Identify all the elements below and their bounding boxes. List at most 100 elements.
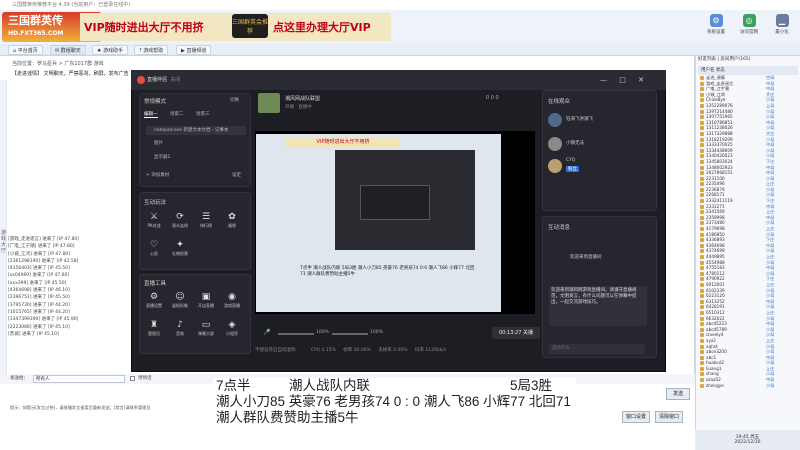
tool-label: 管理员	[148, 331, 160, 336]
add-source-button[interactable]: + 添加素材	[146, 172, 169, 178]
status-cpu: CPU 4.15%	[310, 348, 336, 353]
tool-mini-app[interactable]: ◈ 小程序	[222, 320, 242, 340]
tab-group-chat[interactable]: ✉ 群组聊天	[50, 45, 86, 55]
live-companion-tab[interactable]: 关闭	[170, 77, 180, 83]
user-badge-icon	[700, 243, 704, 248]
scene-mode-switch[interactable]: 切换	[230, 97, 239, 103]
source-settings-button[interactable]: 设定	[232, 172, 241, 178]
user-badge-icon	[700, 277, 704, 282]
user-badge-icon	[700, 221, 704, 226]
live-status-bar: 不建议开启自动混响 CPU 4.15% 帧率 30.00% 丢帧率 0.00% …	[255, 345, 535, 357]
source-item[interactable]: notepad.exe 新建文本文档 - 记事本	[146, 126, 246, 135]
window-controls[interactable]: — □ ✕	[600, 76, 649, 84]
user-badge-icon	[700, 310, 704, 315]
tool-sound[interactable]: ♪ 音效	[170, 320, 190, 340]
tab-home[interactable]: ⌂ 平台首页	[8, 45, 43, 55]
vip-slogan[interactable]: VIP随时进出大厅不用挤	[84, 19, 204, 35]
user-badge-icon	[700, 338, 704, 343]
scene-tab-2[interactable]: 场景二	[170, 111, 184, 117]
scene-mode-title: 常规模式	[144, 99, 167, 105]
mic-volume-slider[interactable]	[278, 333, 314, 335]
visit-site-label: 访问官网	[740, 30, 758, 35]
user-badge-icon	[700, 238, 704, 243]
visit-site-button[interactable]: ◎ 访问官网	[736, 14, 762, 35]
interact-item-wish[interactable]: ♡ 心愿	[144, 240, 164, 260]
globe-icon: ◎	[742, 14, 756, 27]
scoreboard-format: 5局3胜	[510, 378, 553, 393]
tool-game-live[interactable]: ◉ 游戏直播	[222, 292, 242, 312]
source-item[interactable]: 图片	[146, 140, 163, 146]
tab-live-channel[interactable]: ▶ 直播频道	[176, 45, 212, 55]
user-panel-tabs[interactable]: 好友列表 | 房间用户(165)	[698, 56, 750, 62]
window-settings-button[interactable]: 窗口设置	[622, 411, 650, 423]
audience-avatar[interactable]	[548, 137, 562, 151]
preview-banner: VIP随时进出大厅不用挤	[286, 137, 400, 147]
interact-item-vote[interactable]: ✦ 礼物投票	[170, 240, 190, 260]
stop-live-button[interactable]: 00:13:27 关播	[492, 327, 540, 339]
tool-label: 弹幕大屏	[198, 331, 214, 336]
tool-shop[interactable]: ▣ 开店直播	[196, 292, 216, 312]
chat-line: [小城_江鸿] 进来了 [IP 47.80]	[8, 251, 70, 257]
send-to-select[interactable]: 所有人	[33, 375, 125, 383]
system-settings-button[interactable]: ⚙ 系统设置	[703, 14, 729, 35]
speaker-volume-value: 100%	[370, 330, 383, 335]
vip-apply-link[interactable]: 点这里办理大厅VIP	[273, 19, 371, 35]
audience-avatar[interactable]	[548, 113, 562, 127]
interact-item-link[interactable]: ⟳ 观众连线	[170, 212, 190, 232]
audience-avatar[interactable]	[548, 159, 562, 173]
whisper-label: 悄悄话	[138, 376, 152, 381]
tool-live-settings[interactable]: ⚙ 直播设置	[144, 292, 164, 312]
tool-label: 音效	[176, 331, 184, 336]
user-badge-icon	[700, 327, 704, 332]
streamer-stats: 0 0 0	[486, 95, 499, 101]
tab-game-help[interactable]: ? 游戏帮助	[134, 45, 169, 55]
interact-item-rank[interactable]: ☰ 排行榜	[196, 212, 216, 232]
source-item[interactable]: 显示器1	[146, 154, 170, 160]
user-row[interactable]: zhengye 少局	[698, 383, 798, 389]
user-badge-icon	[700, 109, 704, 114]
window-title: 三国群英传推荐平台 4.39 (当前用户：已登录在线中)	[0, 0, 800, 10]
minimize-button[interactable]: ▁ 最小化	[769, 14, 795, 35]
tool-admin[interactable]: ♜ 管理员	[144, 320, 164, 340]
breadcrumb: 当前位置：罗马星兵 > 广东1017群·游戏	[12, 61, 104, 67]
interact-item-pk[interactable]: ⚔ PK对战	[144, 212, 164, 232]
tab-game-help-label: 游戏帮助	[143, 48, 164, 54]
user-badge-icon	[700, 120, 704, 125]
audience-name: 钰海飞洪潮飞	[566, 117, 593, 122]
side-label: 游戏大厅	[1, 230, 7, 254]
scene-tab-1[interactable]: 编辑一	[144, 111, 158, 118]
scoreboard-match: 潮人战队内联	[289, 378, 370, 393]
user-badge-icon	[700, 333, 704, 338]
avatar-icon: ☺	[175, 292, 185, 302]
tool-avatar[interactable]: ☺ 虚拟形象	[170, 292, 190, 312]
user-badge-icon	[700, 210, 704, 215]
source-item-label: 图片	[154, 141, 163, 146]
speaker-volume-slider[interactable]	[332, 333, 368, 335]
pk-icon: ⚔	[149, 212, 159, 222]
tool-danmu-screen[interactable]: ▭ 弹幕大屏	[196, 320, 216, 340]
user-badge-icon	[700, 350, 704, 355]
danmu-input[interactable]: 说点什么...	[549, 344, 645, 354]
whisper-checkbox[interactable]	[130, 376, 135, 381]
audience-panel	[542, 90, 657, 211]
chat-line: [3795730] 进来了 [IP 44.20]	[8, 302, 70, 308]
user-badge-icon	[700, 316, 704, 321]
scene-tab-3[interactable]: 场景三	[196, 111, 210, 117]
interact-item-bag[interactable]: ✿ 福袋	[222, 212, 242, 232]
user-badge-icon	[700, 372, 704, 377]
tool-label: 虚拟形象	[172, 303, 188, 308]
clear-window-button[interactable]: 清除窗口	[655, 411, 683, 423]
danmu-message: 欢迎来到潮风网游戏直播间。请遵守直播规范，文明发言，有什么问题可以在弹幕中提出，…	[549, 286, 647, 326]
chat-tip: 提示：如提示[发言过快]，请放慢发言速度后重新发送；[禁言]请联系管理员	[10, 405, 151, 410]
mic-icon[interactable]: 🎤	[263, 329, 270, 336]
send-button[interactable]: 发送	[666, 388, 690, 400]
side-strip	[0, 80, 7, 374]
tab-game-assistant[interactable]: ♠ 游戏助手	[92, 45, 129, 55]
interact-title: 互动玩法	[144, 200, 167, 206]
streamer-avatar[interactable]	[258, 93, 280, 113]
user-badge-icon	[700, 81, 704, 86]
audience-name: 小镇无法	[566, 141, 584, 146]
audience-title: 在线观众	[548, 99, 571, 105]
user-badge-icon	[700, 361, 704, 366]
user-list[interactable]: 走进_谣情 空闲 游戏_走进谣言 中局 广电_江宁潮 中局 小城_江鸿 大庄 ChizeBye 少…	[698, 75, 798, 430]
